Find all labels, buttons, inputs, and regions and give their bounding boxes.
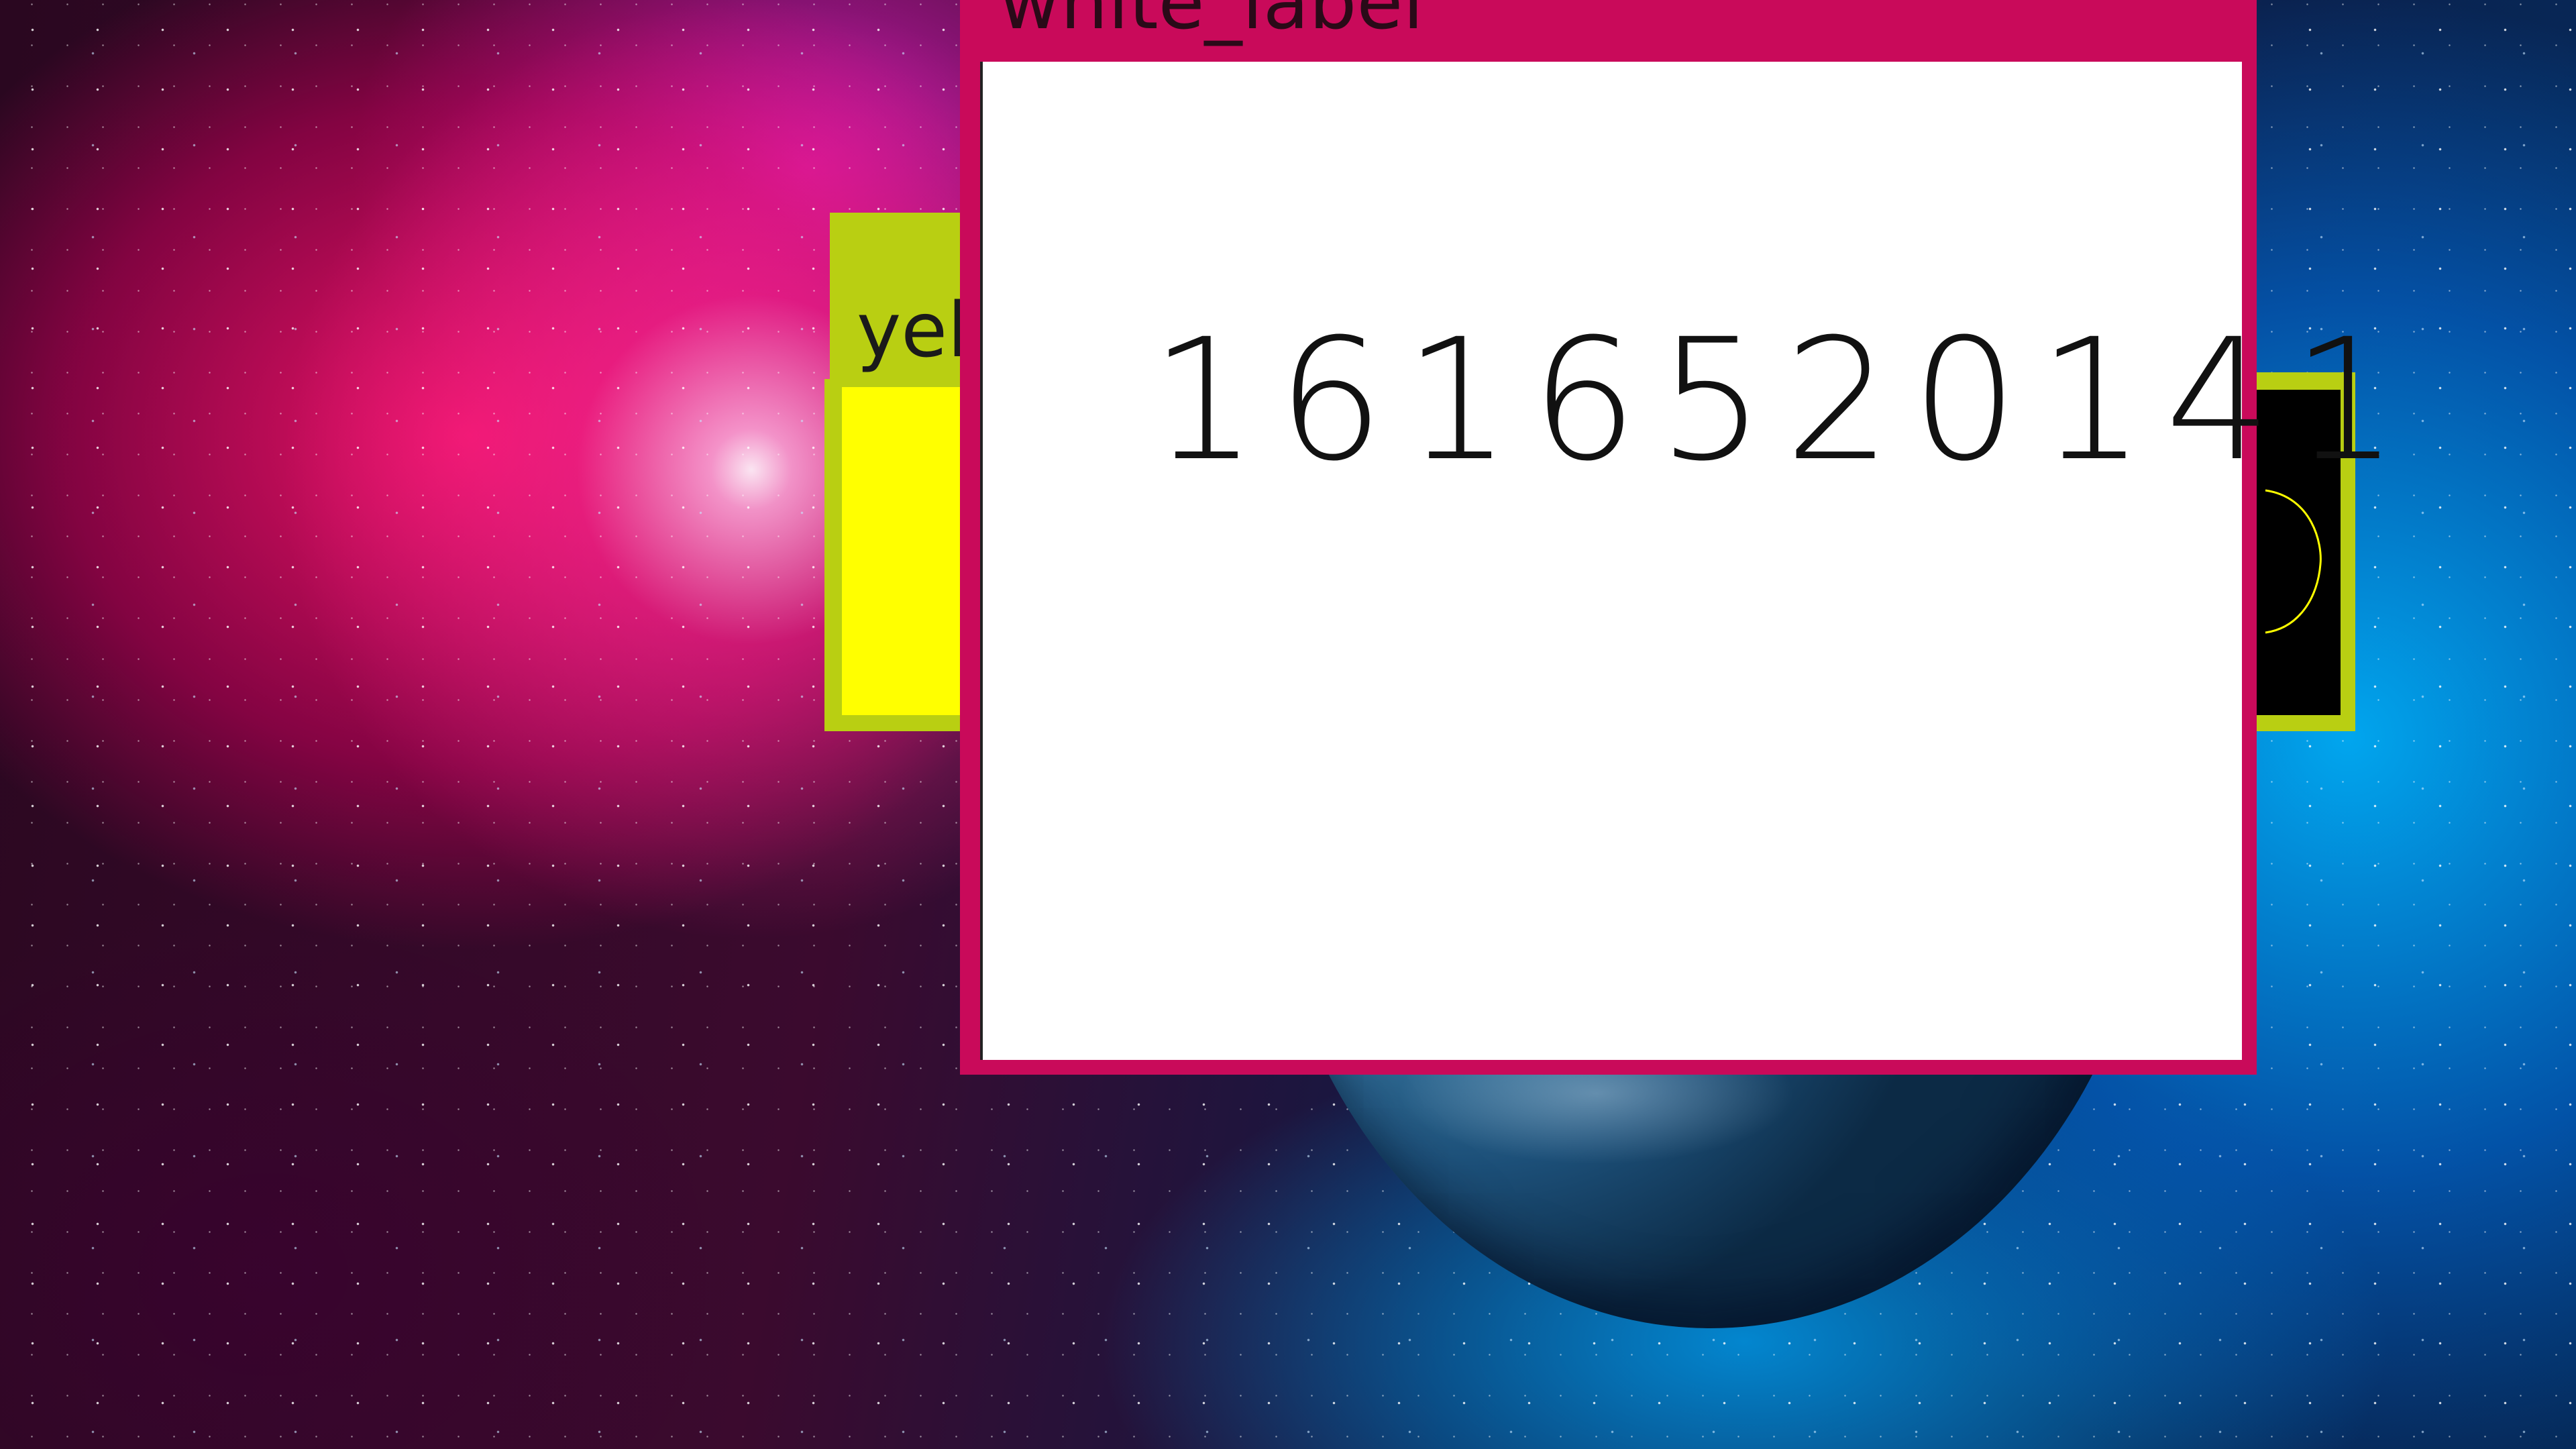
yellow-window-title: yel bbox=[857, 287, 969, 374]
white-window-content: 1616520141 bbox=[980, 62, 2399, 1060]
white-window[interactable]: white_label 1616520141 bbox=[960, 0, 2399, 1075]
white-window-title: white_label bbox=[999, 0, 1424, 46]
yellow-window-content bbox=[842, 387, 975, 715]
yellow-window[interactable] bbox=[824, 379, 975, 731]
yellow-window-titlebar[interactable]: yel bbox=[830, 213, 980, 386]
display-number: 1616520141 bbox=[1150, 303, 2419, 498]
